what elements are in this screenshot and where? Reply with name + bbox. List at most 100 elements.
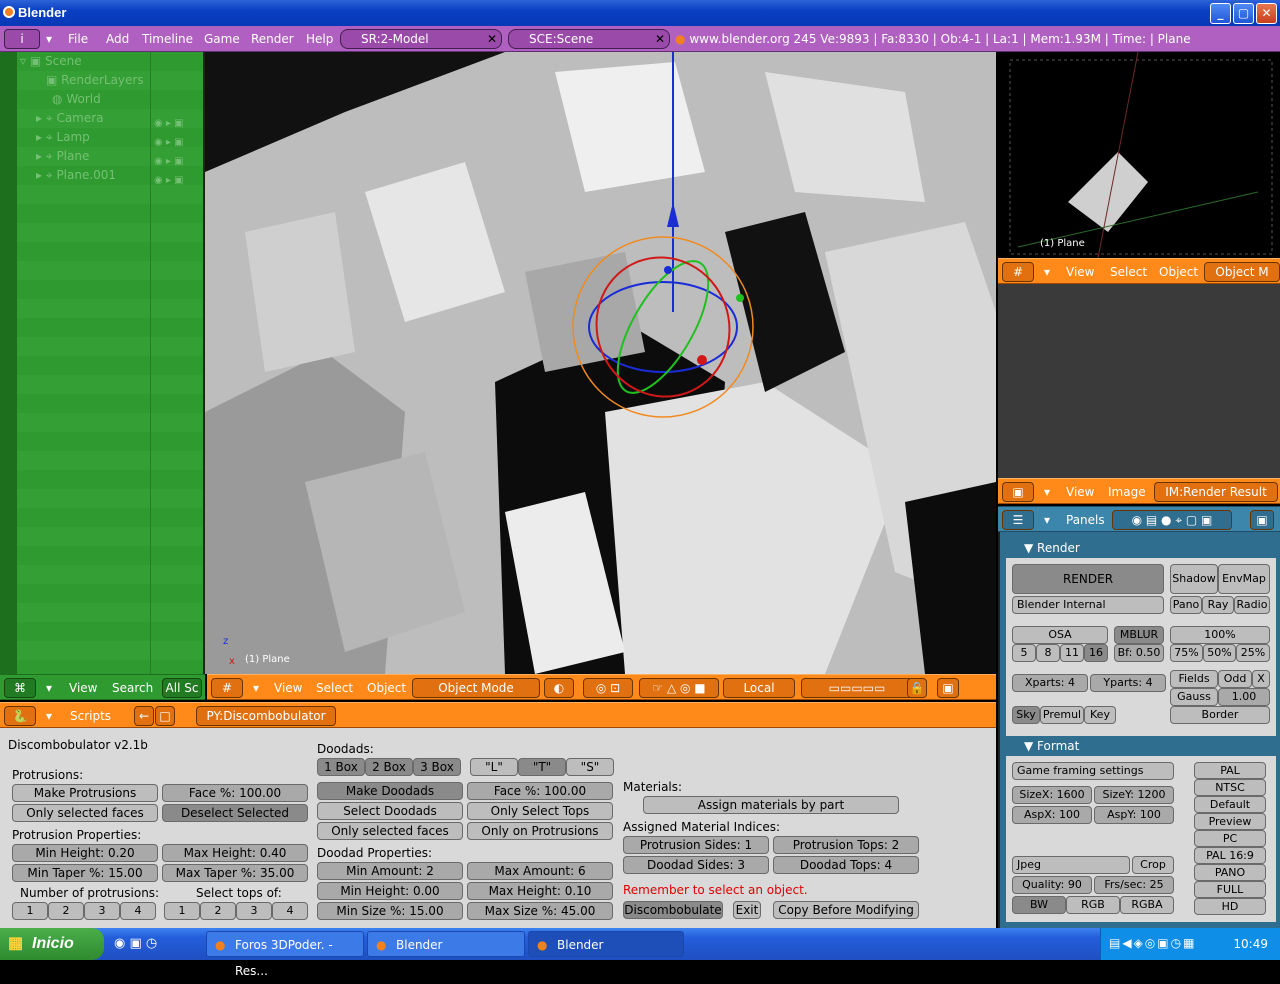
protrusion-max-height-field[interactable]: Max Height: 0.40 xyxy=(162,844,308,862)
preview-mode-select[interactable]: Object M xyxy=(1204,262,1280,282)
dropdown-arrow-icon[interactable]: ▾ xyxy=(1044,513,1050,527)
outliner-item-camera[interactable]: ▸ ⌖ Camera xyxy=(36,111,104,126)
outliner-editor-type-button[interactable]: ⌘ xyxy=(4,678,36,698)
sizey-field[interactable]: SizeY: 1200 xyxy=(1094,786,1174,804)
image-name-select[interactable]: IM:Render Result xyxy=(1154,482,1278,502)
select-tops-3[interactable]: 3 xyxy=(236,902,272,920)
aspy-field[interactable]: AspY: 100 xyxy=(1094,806,1174,824)
scripts-editor-type-button[interactable]: 🐍 xyxy=(4,706,36,726)
osa-11-button[interactable]: 11 xyxy=(1060,644,1084,662)
select-tops-1[interactable]: 1 xyxy=(164,902,200,920)
doodad-max-height-field[interactable]: Max Height: 0.10 xyxy=(467,882,613,900)
image-viewer[interactable] xyxy=(998,284,1280,478)
doodad-min-amount-field[interactable]: Min Amount: 2 xyxy=(317,862,463,880)
protrusion-max-taper-field[interactable]: Max Taper %: 35.00 xyxy=(162,864,308,882)
one-box-toggle[interactable]: 1 Box xyxy=(317,758,365,776)
image-editor-type-button[interactable]: ▣ xyxy=(1002,482,1034,502)
preset-pal[interactable]: PAL xyxy=(1194,762,1266,779)
copy-before-modifying-toggle[interactable]: Copy Before Modifying xyxy=(773,901,919,919)
maximize-button[interactable]: ▢ xyxy=(1233,3,1254,24)
preset-pal169[interactable]: PAL 16:9 xyxy=(1194,847,1266,864)
select-tops-4[interactable]: 4 xyxy=(272,902,308,920)
deselect-selected-toggle[interactable]: Deselect Selected xyxy=(162,804,308,822)
preset-pc[interactable]: PC xyxy=(1194,830,1266,847)
context-tabs[interactable]: ◉ ▤ ● ⌖ ▢ ▣ xyxy=(1112,510,1232,530)
preset-preview[interactable]: Preview xyxy=(1194,813,1266,830)
xparts-field[interactable]: Xparts: 4 xyxy=(1012,674,1088,692)
protrusion-count-3[interactable]: 3 xyxy=(84,902,120,920)
scene-selector[interactable]: SCE:Scene ✕ xyxy=(508,29,670,49)
preset-full[interactable]: FULL xyxy=(1194,881,1266,898)
size-50-button[interactable]: 50% xyxy=(1203,644,1236,662)
render-panel-title[interactable]: ▼ Render xyxy=(1006,538,1276,558)
taskbar-item-firefox[interactable]: ● Foros 3DPoder. - Res... xyxy=(206,931,364,978)
render-button[interactable]: RENDER xyxy=(1012,564,1164,594)
close-icon[interactable]: ✕ xyxy=(487,30,497,48)
viewport-menu-select[interactable]: Select xyxy=(316,681,353,695)
framing-preset-select[interactable]: Game framing settings xyxy=(1012,762,1174,780)
menu-render[interactable]: Render xyxy=(251,32,294,46)
fullscreen-icon[interactable]: □ xyxy=(155,706,175,726)
manipulator-toggle[interactable]: ☞ △ ◎ ■ xyxy=(639,678,719,698)
menu-add[interactable]: Add xyxy=(106,32,129,46)
visibility-eye-icon[interactable]: ◉ ▸ ▣ ◉ ▸ ▣ ◉ ▸ ▣ ◉ ▸ ▣ xyxy=(154,114,184,190)
quality-field[interactable]: Quality: 90 xyxy=(1012,876,1092,894)
scripts-menu[interactable]: Scripts xyxy=(70,709,111,723)
outliner-filter-select[interactable]: All Sc xyxy=(162,678,202,698)
draw-type-button[interactable]: ◐ xyxy=(544,678,574,698)
dropdown-arrow-icon[interactable]: ▾ xyxy=(46,32,52,46)
only-selected-faces-toggle[interactable]: Only selected faces xyxy=(12,804,158,822)
doodad-face-field[interactable]: Face %: 100.00 xyxy=(467,782,613,800)
fps-field[interactable]: Frs/sec: 25 xyxy=(1094,876,1174,894)
sizex-field[interactable]: SizeX: 1600 xyxy=(1012,786,1092,804)
gauss-value-field[interactable]: 1.00 xyxy=(1218,688,1270,706)
s-shape-toggle[interactable]: "S" xyxy=(566,758,614,776)
preset-default[interactable]: Default xyxy=(1194,796,1266,813)
crop-toggle[interactable]: Crop xyxy=(1132,856,1174,874)
outliner-item-scene[interactable]: ▿ ▣ Scene xyxy=(20,54,82,68)
dropdown-arrow-icon[interactable]: ▾ xyxy=(46,709,52,723)
only-on-protrusions-toggle[interactable]: Only on Protrusions xyxy=(467,822,613,840)
preview-menu-object[interactable]: Object xyxy=(1159,265,1198,279)
outliner-item-renderlayers[interactable]: ▣ RenderLayers xyxy=(46,73,144,87)
key-toggle[interactable]: Key xyxy=(1084,706,1116,724)
preset-hd[interactable]: HD xyxy=(1194,898,1266,915)
size-100-button[interactable]: 100% xyxy=(1170,626,1270,644)
make-protrusions-button[interactable]: Make Protrusions xyxy=(12,784,158,802)
doodad-tops-field[interactable]: Doodad Tops: 4 xyxy=(773,856,919,874)
viewport-editor-type-button[interactable]: # xyxy=(211,678,243,698)
back-arrow-icon[interactable]: ← xyxy=(134,706,154,726)
menu-game[interactable]: Game xyxy=(204,32,240,46)
doodad-max-size-field[interactable]: Max Size %: 45.00 xyxy=(467,902,613,920)
viewport-menu-object[interactable]: Object xyxy=(367,681,406,695)
pivot-button[interactable]: ◎ ⊡ xyxy=(583,678,633,698)
outliner-menu-view[interactable]: View xyxy=(69,681,97,695)
menu-timeline[interactable]: Timeline xyxy=(142,32,193,46)
dropdown-arrow-icon[interactable]: ▾ xyxy=(46,681,52,695)
envmap-toggle[interactable]: EnvMap xyxy=(1218,564,1270,594)
aspx-field[interactable]: AspX: 100 xyxy=(1012,806,1092,824)
outliner-menu-search[interactable]: Search xyxy=(112,681,153,695)
bw-toggle[interactable]: BW xyxy=(1012,896,1066,914)
menu-file[interactable]: File xyxy=(68,32,88,46)
quick-launch-icons[interactable]: ◉ ▣ ◷ xyxy=(114,936,157,951)
fields-toggle[interactable]: Fields xyxy=(1170,670,1218,688)
l-shape-toggle[interactable]: "L" xyxy=(470,758,518,776)
outliner-item-plane[interactable]: ▸ ⌖ Plane xyxy=(36,149,89,164)
osa-toggle[interactable]: OSA xyxy=(1012,626,1108,644)
protrusion-count-4[interactable]: 4 xyxy=(120,902,156,920)
protrusion-face-field[interactable]: Face %: 100.00 xyxy=(162,784,308,802)
doodad-only-selected-faces-toggle[interactable]: Only selected faces xyxy=(317,822,463,840)
radio-toggle[interactable]: Radio xyxy=(1234,596,1270,614)
bf-field[interactable]: Bf: 0.50 xyxy=(1114,644,1164,662)
gauss-select[interactable]: Gauss xyxy=(1170,688,1218,706)
dropdown-arrow-icon[interactable]: ▾ xyxy=(1044,485,1050,499)
t-shape-toggle[interactable]: "T" xyxy=(518,758,566,776)
doodad-sides-field[interactable]: Doodad Sides: 3 xyxy=(623,856,769,874)
close-button[interactable]: ✕ xyxy=(1256,3,1277,24)
panels-menu[interactable]: Panels xyxy=(1066,513,1105,527)
two-box-toggle[interactable]: 2 Box xyxy=(365,758,413,776)
close-icon[interactable]: ✕ xyxy=(655,30,665,48)
render-engine-select[interactable]: Blender Internal xyxy=(1012,596,1164,614)
preset-pano[interactable]: PANO xyxy=(1194,864,1266,881)
